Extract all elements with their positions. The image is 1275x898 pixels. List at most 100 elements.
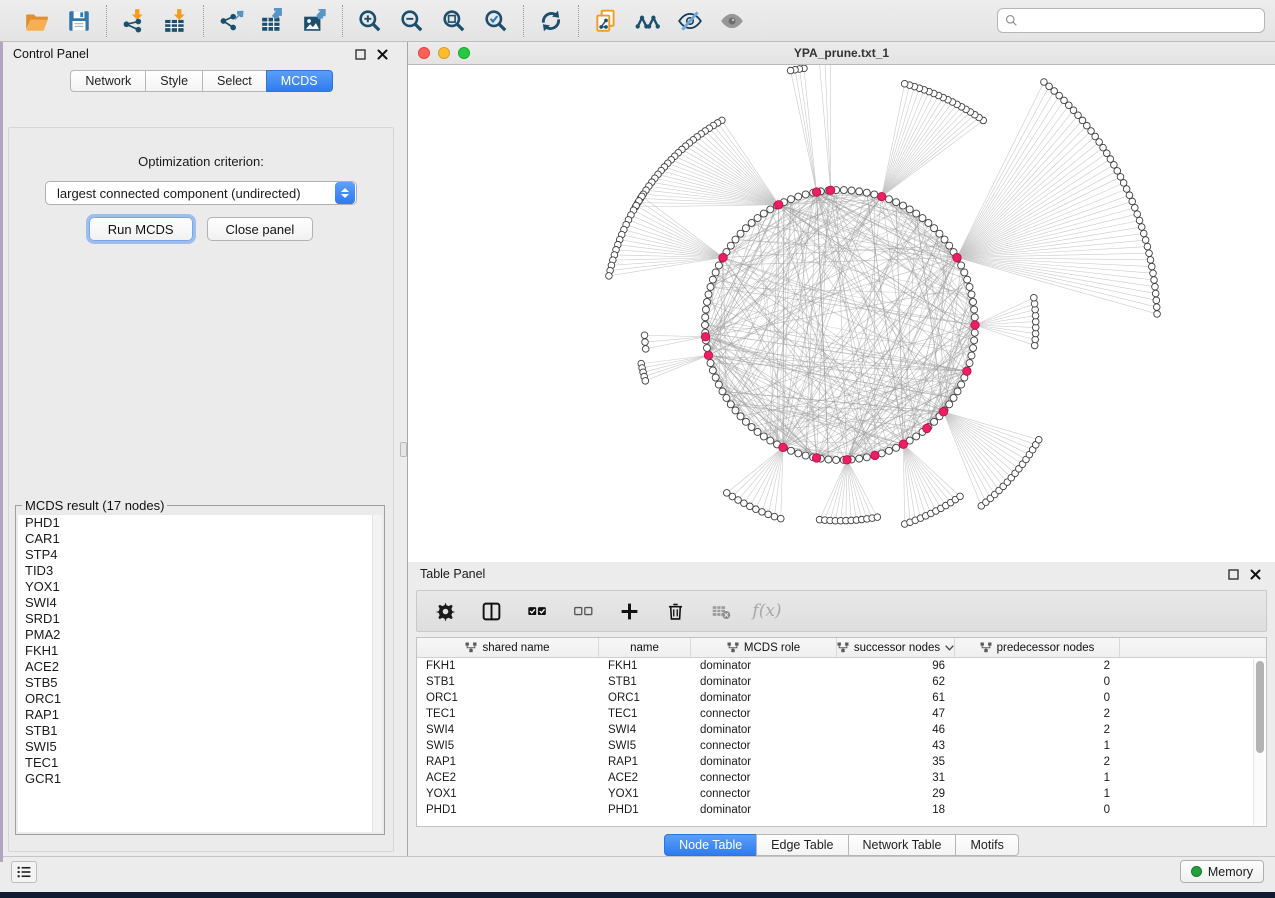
mcds-result-item[interactable]: YOX1 — [18, 579, 382, 595]
network-hub-node[interactable] — [779, 443, 787, 451]
network-node[interactable] — [970, 298, 977, 305]
network-node[interactable] — [788, 447, 795, 454]
network-node[interactable] — [1035, 436, 1042, 443]
search-input[interactable] — [1023, 14, 1257, 28]
network-node[interactable] — [1154, 311, 1161, 318]
network-node[interactable] — [705, 291, 712, 298]
float-panel-icon[interactable] — [352, 46, 368, 62]
network-node[interactable] — [848, 187, 855, 194]
close-table-panel-icon[interactable] — [1247, 566, 1263, 582]
network-node[interactable] — [1153, 297, 1160, 304]
table-row[interactable]: FKH1FKH1dominator962 — [417, 658, 1266, 674]
network-node[interactable] — [707, 283, 714, 290]
table-row[interactable]: TEC1TEC1connector472 — [417, 706, 1266, 722]
zoom-out-button[interactable] — [398, 7, 426, 35]
save-session-button[interactable] — [65, 7, 93, 35]
optimization-criterion-select[interactable]: largest connected component (undirected) — [45, 181, 357, 205]
table-row[interactable]: ACE2ACE2connector311 — [417, 770, 1266, 786]
network-node[interactable] — [795, 193, 802, 200]
mcds-result-item[interactable]: SWI4 — [18, 595, 382, 611]
network-node[interactable] — [719, 388, 726, 395]
column-header-predecessor-nodes[interactable]: predecessor nodes — [955, 638, 1120, 657]
table-row[interactable]: RAP1RAP1dominator352 — [417, 754, 1266, 770]
network-hub-node[interactable] — [812, 188, 820, 196]
network-node[interactable] — [931, 418, 938, 425]
network-node[interactable] — [964, 276, 971, 283]
delete-columns-button[interactable] — [663, 599, 687, 623]
network-node[interactable] — [1031, 294, 1038, 301]
refresh-view-button[interactable] — [537, 7, 565, 35]
mcds-result-item[interactable]: STB1 — [18, 723, 382, 739]
network-hub-node[interactable] — [923, 424, 931, 432]
network-node[interactable] — [833, 456, 840, 463]
new-network-from-selection-button[interactable] — [592, 7, 620, 35]
network-node[interactable] — [941, 236, 948, 243]
mcds-result-item[interactable]: STP4 — [18, 547, 382, 563]
export-table-button[interactable] — [259, 7, 287, 35]
network-node[interactable] — [1151, 277, 1158, 284]
tab-style[interactable]: Style — [145, 70, 203, 92]
network-hub-node[interactable] — [719, 253, 727, 261]
column-header-mcds-role[interactable]: MCDS role — [691, 638, 837, 657]
table-tab-motifs[interactable]: Motifs — [955, 834, 1018, 856]
network-node[interactable] — [971, 329, 978, 336]
network-node[interactable] — [1147, 257, 1154, 264]
network-node[interactable] — [767, 437, 774, 444]
mcds-result-item[interactable]: PHD1 — [18, 515, 382, 531]
network-node[interactable] — [707, 360, 714, 367]
network-node[interactable] — [642, 378, 649, 385]
network-node[interactable] — [709, 276, 716, 283]
network-node[interactable] — [901, 80, 908, 87]
network-node[interactable] — [715, 262, 722, 269]
network-node[interactable] — [925, 219, 932, 226]
network-node[interactable] — [856, 188, 863, 195]
network-node[interactable] — [863, 454, 870, 461]
tab-mcds[interactable]: MCDS — [266, 70, 333, 92]
mcds-list-scrollbar[interactable] — [372, 515, 382, 832]
network-hub-node[interactable] — [812, 454, 820, 462]
network-node[interactable] — [970, 345, 977, 352]
create-column-button[interactable] — [617, 599, 641, 623]
network-node[interactable] — [863, 189, 870, 196]
network-node[interactable] — [874, 514, 881, 521]
network-node[interactable] — [954, 388, 961, 395]
network-node[interactable] — [961, 269, 968, 276]
hide-selected-button[interactable] — [676, 7, 704, 35]
network-node[interactable] — [771, 513, 778, 520]
mcds-result-item[interactable]: ACE2 — [18, 659, 382, 675]
network-node[interactable] — [1136, 217, 1143, 224]
select-all-columns-button[interactable] — [525, 599, 549, 623]
table-row[interactable]: STB1STB1dominator620 — [417, 674, 1266, 690]
network-node[interactable] — [950, 394, 957, 401]
network-node[interactable] — [1041, 79, 1048, 86]
mcds-result-item[interactable]: CAR1 — [18, 531, 382, 547]
network-node[interactable] — [732, 407, 739, 414]
network-node[interactable] — [754, 215, 761, 222]
network-node[interactable] — [742, 225, 749, 232]
network-node[interactable] — [1152, 290, 1159, 297]
network-node[interactable] — [606, 273, 613, 280]
network-node[interactable] — [1126, 192, 1133, 199]
network-node[interactable] — [971, 306, 978, 313]
network-node[interactable] — [1149, 263, 1156, 270]
network-node[interactable] — [765, 511, 772, 518]
table-mode-button[interactable] — [433, 599, 457, 623]
zoom-fit-button[interactable] — [440, 7, 468, 35]
network-node[interactable] — [712, 374, 719, 381]
task-history-button[interactable] — [11, 861, 37, 883]
network-node[interactable] — [754, 428, 761, 435]
network-node[interactable] — [1123, 186, 1130, 193]
network-node[interactable] — [893, 444, 900, 451]
network-node[interactable] — [767, 206, 774, 213]
zoom-in-button[interactable] — [356, 7, 384, 35]
network-node[interactable] — [1120, 180, 1127, 187]
network-node[interactable] — [968, 291, 975, 298]
network-hub-node[interactable] — [843, 456, 851, 464]
mcds-result-item[interactable]: RAP1 — [18, 707, 382, 723]
network-node[interactable] — [971, 314, 978, 321]
zoom-selected-button[interactable] — [482, 7, 510, 35]
tab-select[interactable]: Select — [202, 70, 267, 92]
network-node[interactable] — [702, 306, 709, 313]
network-node[interactable] — [871, 191, 878, 198]
network-fan-nodes[interactable] — [606, 65, 1161, 527]
